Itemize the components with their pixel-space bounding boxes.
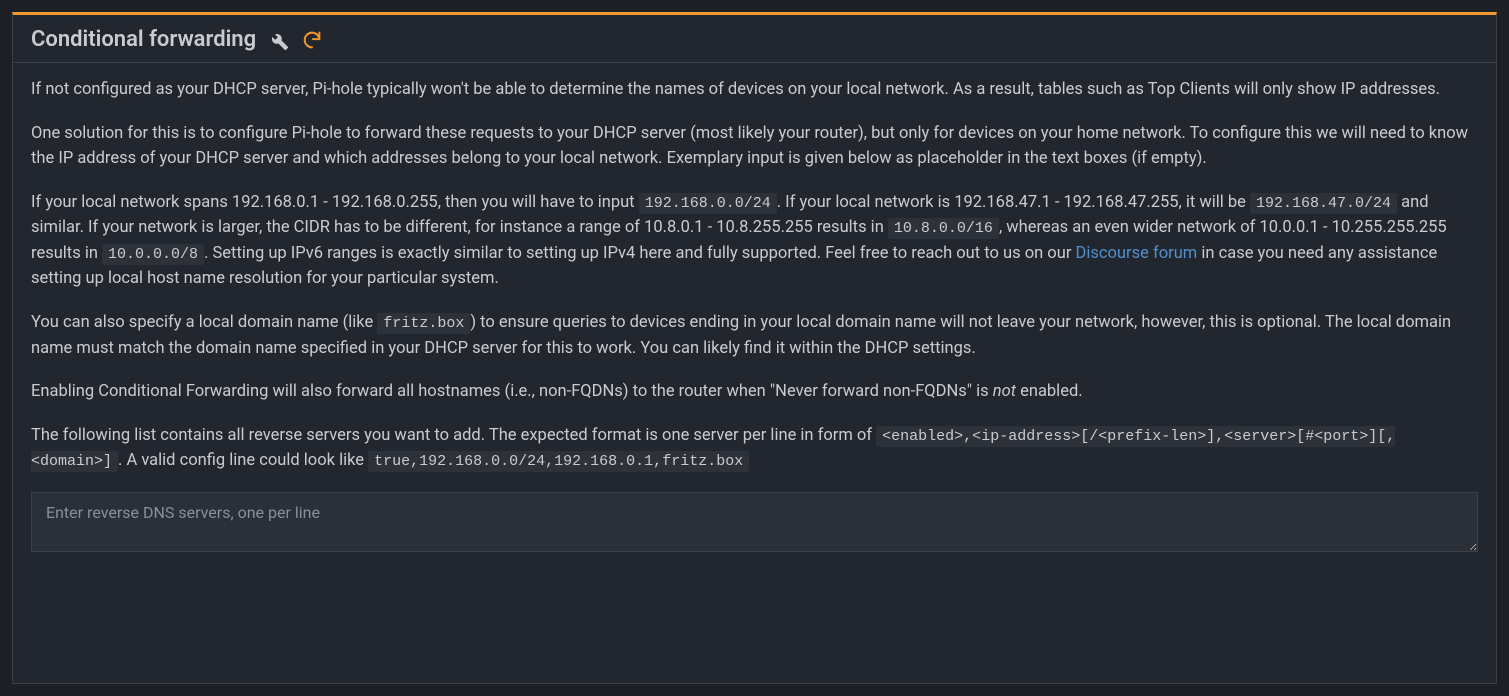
paragraph-fqdn: Enabling Conditional Forwarding will als… [31,379,1478,405]
code-cidr-3: 10.8.0.0/16 [888,218,999,239]
conditional-forwarding-panel: Conditional forwarding If not configured… [12,12,1497,684]
emphasis-not: not [993,382,1016,401]
refresh-icon[interactable] [300,28,324,52]
discourse-forum-link[interactable]: Discourse forum [1076,244,1198,263]
code-example: true,192.168.0.0/24,192.168.0.1,fritz.bo… [368,451,749,472]
paragraph-intro-2: One solution for this is to configure Pi… [31,121,1478,172]
paragraph-cidr: If your local network spans 192.168.0.1 … [31,190,1478,292]
panel-body: If not configured as your DHCP server, P… [13,63,1496,683]
text: enabled. [1016,382,1083,401]
paragraph-intro-1: If not configured as your DHCP server, P… [31,77,1478,103]
code-fritzbox: fritz.box [377,313,470,334]
reverse-dns-servers-input[interactable] [31,492,1478,552]
paragraph-format: The following list contains all reverse … [31,423,1478,474]
text: . If your local network is 192.168.47.1 … [777,193,1250,212]
paragraph-domain: You can also specify a local domain name… [31,310,1478,361]
text: If your local network spans 192.168.0.1 … [31,193,639,212]
code-cidr-1: 192.168.0.0/24 [639,193,777,214]
text: . Setting up IPv6 ranges is exactly simi… [204,244,1075,263]
code-cidr-4: 10.0.0.0/8 [102,244,204,265]
text: The following list contains all reverse … [31,426,876,445]
text: Enabling Conditional Forwarding will als… [31,382,993,401]
code-cidr-2: 192.168.47.0/24 [1250,193,1397,214]
text: . A valid config line could look like [118,451,368,470]
panel-title: Conditional forwarding [31,27,256,52]
panel-header: Conditional forwarding [13,15,1496,63]
wrench-icon[interactable] [266,28,290,52]
text: You can also specify a local domain name… [31,313,377,332]
